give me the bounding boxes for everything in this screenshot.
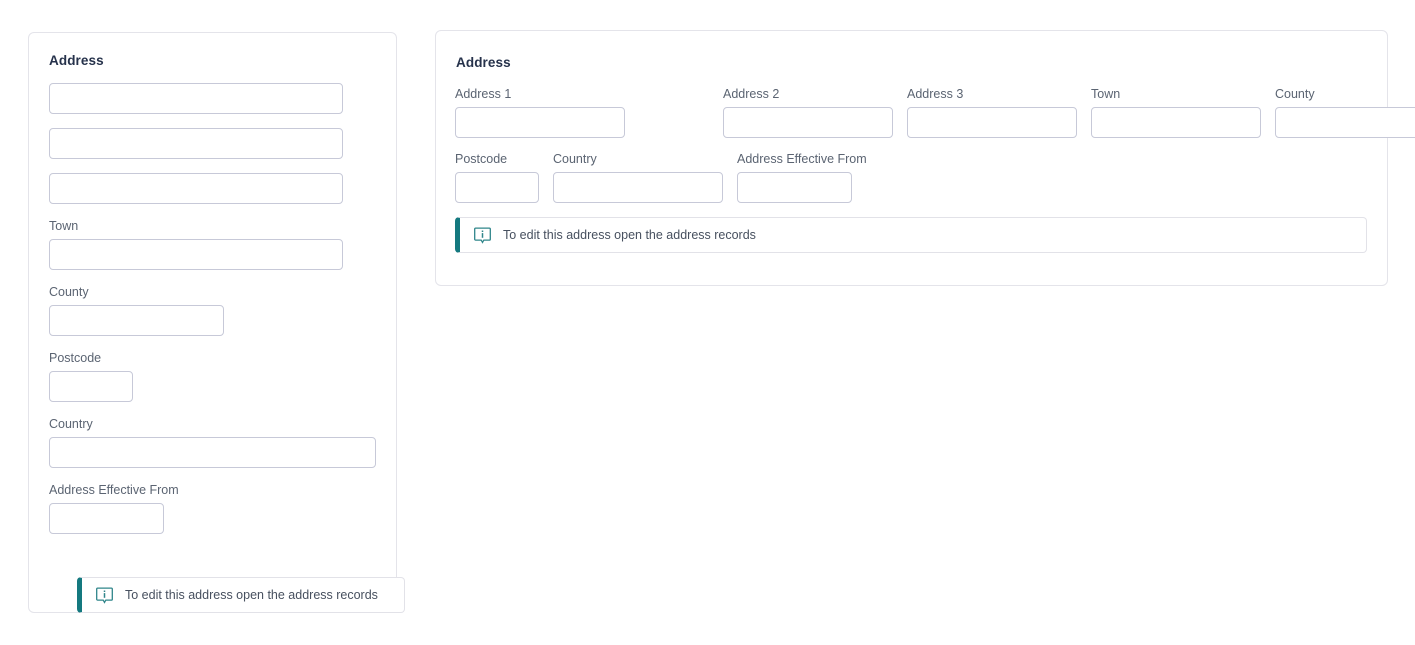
field-address-line-2: Address 2 [723,86,893,138]
county-label: County [49,285,89,299]
field-address-line-3: Address 3 [907,86,1077,138]
country-label: Country [553,152,597,166]
country-input[interactable] [553,172,723,203]
postcode-label: Postcode [455,152,508,166]
postcode-input[interactable] [49,371,133,402]
address-line-3-label: Address 3 [907,87,964,101]
field-county: County [49,284,379,336]
page-title: Address [49,53,104,68]
town-label: Town [1091,87,1121,101]
county-input[interactable] [1275,107,1415,138]
address-effective-from-label: Address Effective From [49,483,179,497]
address-form-row-2: Postcode Country Address Effective From [455,151,867,203]
postcode-label: Postcode [49,351,102,365]
address-panel-stacked: Address Town County Postcode Country Add… [28,32,405,613]
address-line-2-input[interactable] [49,128,343,159]
field-county: County [1275,86,1415,138]
address-effective-from-label: Address Effective From [737,152,867,166]
page-title: Address [456,55,511,70]
address-effective-from-input[interactable] [49,503,164,534]
county-label: County [1275,87,1315,101]
field-address-line-2 [49,128,379,159]
town-input[interactable] [1091,107,1261,138]
address-line-2-label: Address 2 [723,87,780,101]
info-banner-text: To edit this address open the address re… [125,588,378,602]
address-line-2-input[interactable] [723,107,893,138]
info-tooltip-icon [96,586,113,604]
field-address-line-3 [49,173,379,204]
info-banner: To edit this address open the address re… [77,577,405,613]
address-form-stacked: Town County Postcode Country Address Eff… [49,83,379,534]
field-country: Country [553,151,723,203]
address-line-3-input[interactable] [907,107,1077,138]
field-address-line-1 [49,83,379,114]
field-postcode: Postcode [49,350,379,402]
town-input[interactable] [49,239,343,270]
info-banner: To edit this address open the address re… [455,217,1367,253]
field-country: Country [49,416,379,468]
field-town: Town [1091,86,1261,138]
town-label: Town [49,219,79,233]
county-input[interactable] [49,305,224,336]
address-form-row-1: Address 1 Address 2 Address 3 Town Count… [455,86,1415,138]
info-banner-text: To edit this address open the address re… [503,228,756,242]
address-effective-from-input[interactable] [737,172,852,203]
field-town: Town [49,218,379,270]
postcode-input[interactable] [455,172,539,203]
address-line-1-input[interactable] [455,107,625,138]
field-postcode: Postcode [455,151,539,203]
field-address-line-1: Address 1 [455,86,625,138]
field-address-effective-from: Address Effective From [49,482,379,534]
address-line-1-input[interactable] [49,83,343,114]
address-line-3-input[interactable] [49,173,343,204]
field-address-effective-from: Address Effective From [737,151,867,203]
country-label: Country [49,417,93,431]
country-input[interactable] [49,437,376,468]
address-line-1-label: Address 1 [455,87,512,101]
info-tooltip-icon [474,226,491,244]
